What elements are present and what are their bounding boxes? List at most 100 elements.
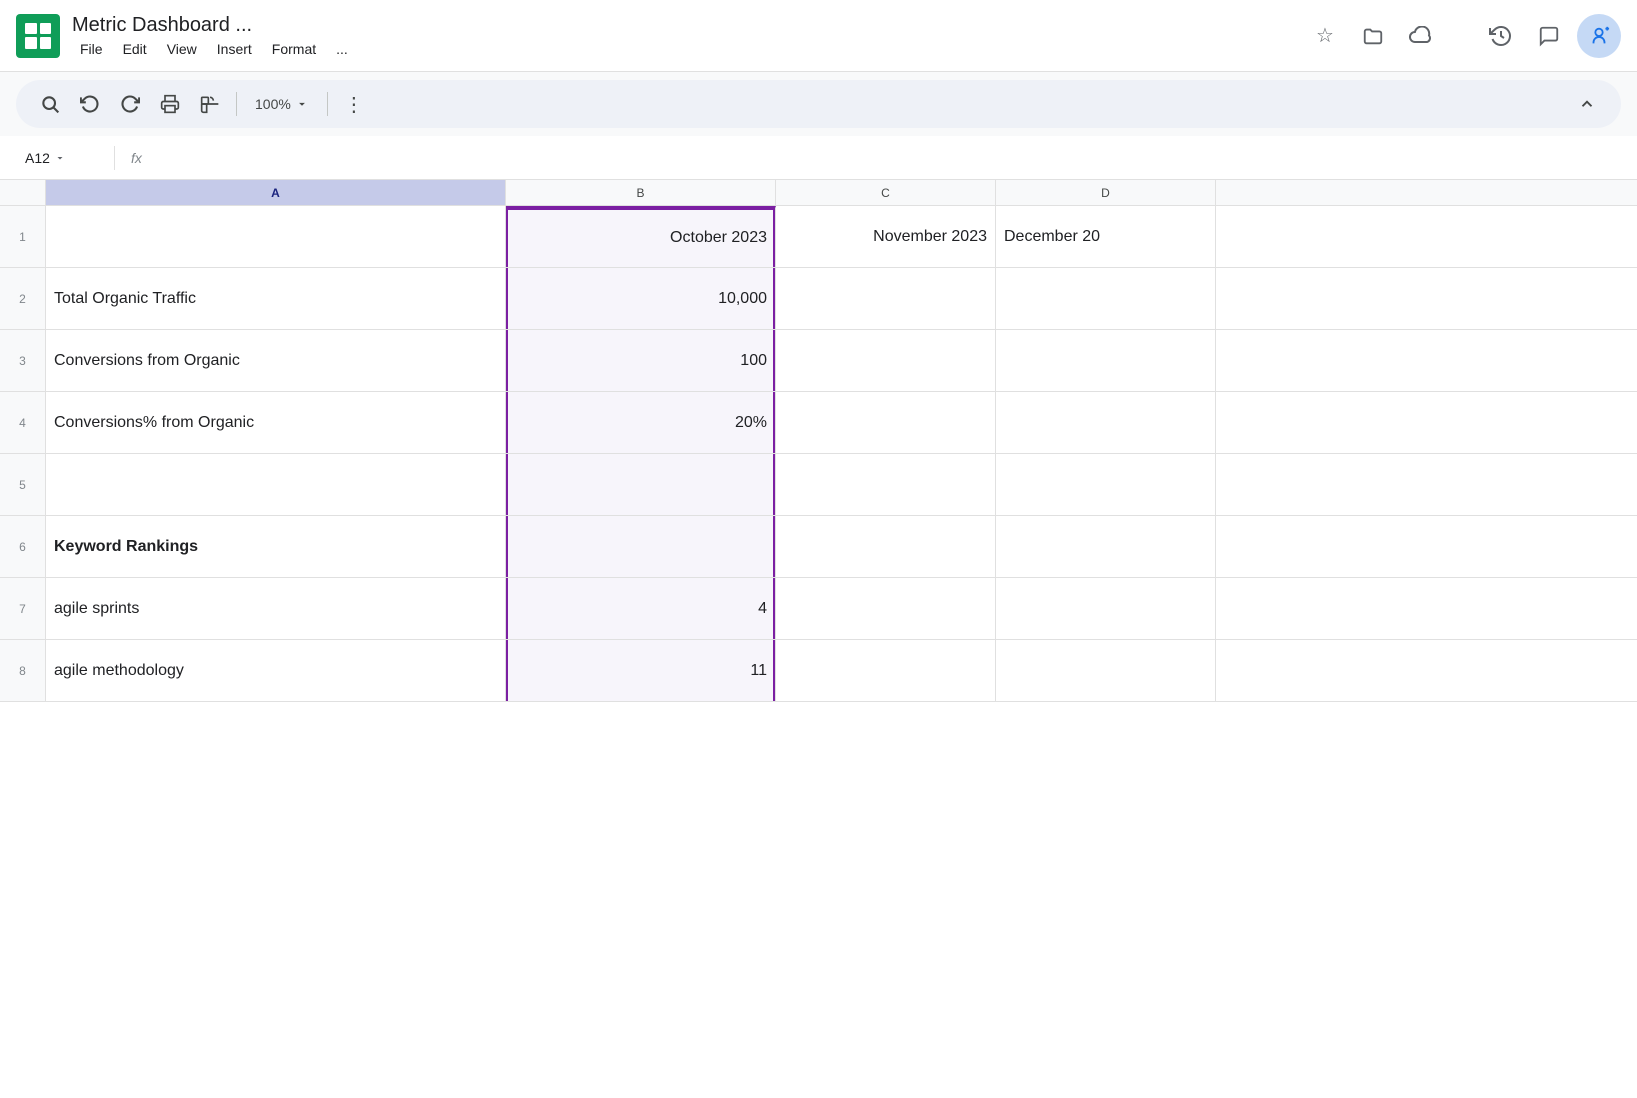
cell-B3-value: 100 [740, 352, 767, 370]
cell-A5[interactable] [46, 454, 506, 515]
col-header-B[interactable]: B [506, 180, 776, 205]
cell-B5[interactable] [506, 454, 776, 515]
cell-A2[interactable]: Total Organic Traffic [46, 268, 506, 329]
menu-view[interactable]: View [159, 39, 205, 59]
undo-button[interactable] [72, 86, 108, 122]
cell-B7-value: 4 [758, 600, 767, 618]
cell-C5[interactable] [776, 454, 996, 515]
selection-right [773, 268, 775, 329]
cell-D6[interactable] [996, 516, 1216, 577]
cell-C1-value: November 2023 [873, 228, 987, 246]
paint-format-button[interactable] [192, 86, 228, 122]
row-num-5[interactable]: 5 [0, 454, 46, 515]
cell-D3[interactable] [996, 330, 1216, 391]
cell-D2[interactable] [996, 268, 1216, 329]
menu-insert[interactable]: Insert [209, 39, 260, 59]
cell-C3[interactable] [776, 330, 996, 391]
cell-A8[interactable]: agile methodology [46, 640, 506, 701]
col-header-C[interactable]: C [776, 180, 996, 205]
document-title[interactable]: Metric Dashboard ... [72, 13, 356, 37]
zoom-value: 100% [255, 96, 291, 112]
selection-right [773, 330, 775, 391]
selection-left [506, 578, 508, 639]
cell-B3[interactable]: 100 [506, 330, 776, 391]
cell-C4[interactable] [776, 392, 996, 453]
cell-A2-value: Total Organic Traffic [54, 290, 196, 308]
app-icon[interactable] [16, 14, 60, 58]
row-num-7[interactable]: 7 [0, 578, 46, 639]
avatar[interactable] [1577, 14, 1621, 58]
cell-C2[interactable] [776, 268, 996, 329]
cell-A7[interactable]: agile sprints [46, 578, 506, 639]
selection-right [773, 578, 775, 639]
cell-A4[interactable]: Conversions% from Organic [46, 392, 506, 453]
cell-B1[interactable]: October 2023 [506, 206, 776, 267]
search-button[interactable] [32, 86, 68, 122]
selection-left [506, 330, 508, 391]
col-header-A[interactable]: A [46, 180, 506, 205]
more-options-button[interactable]: ⋮ [336, 86, 372, 122]
cell-A3[interactable]: Conversions from Organic [46, 330, 506, 391]
table-row: 5 [0, 454, 1637, 516]
row-num-6[interactable]: 6 [0, 516, 46, 577]
redo-button[interactable] [112, 86, 148, 122]
menu-file[interactable]: File [72, 39, 111, 59]
selection-right [773, 392, 775, 453]
cell-reference[interactable]: A12 [16, 145, 106, 171]
sheets-grid-icon [25, 23, 51, 49]
selection-left [506, 392, 508, 453]
cell-A1[interactable] [46, 206, 506, 267]
cell-ref-value: A12 [25, 150, 50, 166]
toolbar-divider [236, 92, 237, 116]
header-icons: ☆ [1305, 14, 1621, 58]
cell-A6-value: Keyword Rankings [54, 538, 198, 556]
cell-A6[interactable]: Keyword Rankings [46, 516, 506, 577]
cell-B7[interactable]: 4 [506, 578, 776, 639]
menu-edit[interactable]: Edit [115, 39, 155, 59]
row-num-4[interactable]: 4 [0, 392, 46, 453]
row-num-8[interactable]: 8 [0, 640, 46, 701]
comment-icon[interactable] [1529, 16, 1569, 56]
zoom-selector[interactable]: 100% [245, 92, 319, 116]
cell-B6[interactable] [506, 516, 776, 577]
history-icon[interactable] [1481, 16, 1521, 56]
cell-B8[interactable]: 11 [506, 640, 776, 701]
corner-cell [0, 180, 46, 205]
cell-D5[interactable] [996, 454, 1216, 515]
cloud-icon[interactable] [1401, 16, 1441, 56]
table-row: 8 agile methodology 11 [0, 640, 1637, 702]
row-num-1[interactable]: 1 [0, 206, 46, 267]
cell-D4[interactable] [996, 392, 1216, 453]
table-row: 6 Keyword Rankings [0, 516, 1637, 578]
print-button[interactable] [152, 86, 188, 122]
top-header: Metric Dashboard ... File Edit View Inse… [0, 0, 1637, 72]
star-icon[interactable]: ☆ [1305, 16, 1345, 56]
cell-C8[interactable] [776, 640, 996, 701]
cell-C6[interactable] [776, 516, 996, 577]
folder-icon[interactable] [1353, 16, 1393, 56]
menu-format[interactable]: Format [264, 39, 324, 59]
cell-D7[interactable] [996, 578, 1216, 639]
menu-more[interactable]: ... [328, 39, 356, 59]
cell-B2[interactable]: 10,000 [506, 268, 776, 329]
cell-D1[interactable]: December 20 [996, 206, 1216, 267]
cell-C1[interactable]: November 2023 [776, 206, 996, 267]
selection-right [773, 454, 775, 515]
selection-left [506, 516, 508, 577]
column-headers: A B C D [0, 180, 1637, 206]
title-menu-area: Metric Dashboard ... File Edit View Inse… [72, 13, 356, 59]
col-header-D[interactable]: D [996, 180, 1216, 205]
selection-right-bottom [773, 640, 775, 701]
cell-C7[interactable] [776, 578, 996, 639]
row-num-2[interactable]: 2 [0, 268, 46, 329]
cell-B8-value: 11 [750, 662, 767, 680]
cell-D1-value: December 20 [1004, 228, 1100, 246]
formula-bar: A12 fx [0, 136, 1637, 180]
cell-B4[interactable]: 20% [506, 392, 776, 453]
cell-D8[interactable] [996, 640, 1216, 701]
menu-bar: File Edit View Insert Format ... [72, 39, 356, 59]
cell-B4-value: 20% [735, 414, 767, 432]
row-num-3[interactable]: 3 [0, 330, 46, 391]
table-row: 3 Conversions from Organic 100 [0, 330, 1637, 392]
collapse-toolbar-button[interactable] [1569, 86, 1605, 122]
